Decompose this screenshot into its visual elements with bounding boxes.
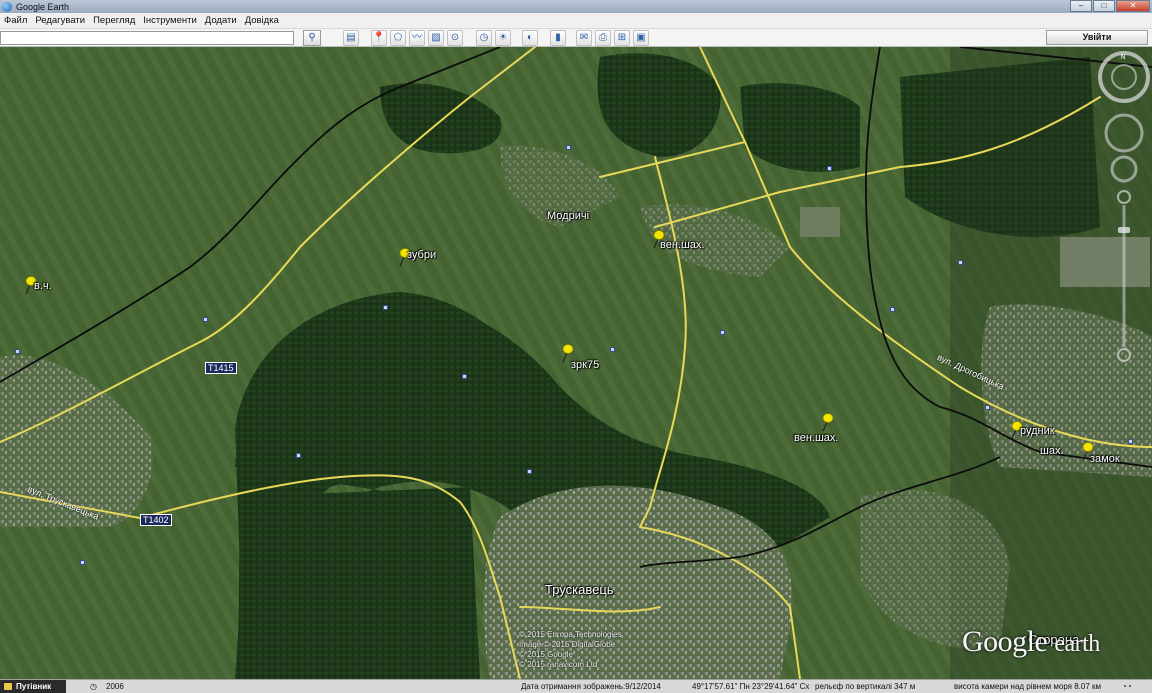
menu-help[interactable]: Довідка (245, 15, 279, 26)
google-earth-icon (2, 1, 12, 12)
poi-marker-icon[interactable] (383, 305, 388, 310)
placemark-label-zubry[interactable]: зубри (407, 249, 436, 261)
google-earth-logo: Google earth (962, 625, 1100, 659)
imagery-date: Дата отримання зображень:9/12/2014 (521, 682, 661, 691)
placemark-label-rudnyk[interactable]: рудник (1020, 425, 1055, 437)
historical-clock-icon[interactable]: ◷ (90, 682, 97, 691)
coordinates-readout: 49°17'57.61" Пн 23°29'41.64" Сх (692, 682, 810, 691)
search-icon: ⚲ (308, 32, 316, 43)
svg-text:N: N (1121, 54, 1126, 61)
toolbar: ⚲ ▤ 📍 ⬠ 〰 ▨ ⊙ ◷ ☀ ◐ ▮ ✉ ⎙ ⊞ ▣ Увійти (0, 29, 1152, 47)
sidebar-icon[interactable]: ▤ (343, 30, 359, 46)
menu-file[interactable]: Файл (4, 15, 27, 26)
poi-marker-icon[interactable] (890, 307, 895, 312)
maximize-button[interactable]: □ (1093, 0, 1115, 12)
polygon-icon[interactable]: ⬠ (390, 30, 406, 46)
placemark-label-zrk75[interactable]: зрк75 (571, 359, 599, 371)
poi-marker-icon[interactable] (80, 560, 85, 565)
poi-marker-icon[interactable] (827, 166, 832, 171)
poi-marker-icon[interactable] (720, 330, 725, 335)
poi-marker-icon[interactable] (566, 145, 571, 150)
title-bar: Google Earth – □ ✕ (0, 0, 1152, 13)
placemark-label-zamok[interactable]: замок (1090, 453, 1120, 465)
logo-google-text: Google (962, 625, 1048, 658)
attribution-line: Image © 2015 DigitalGlobe (519, 640, 616, 649)
menu-bar: Файл Редагувати Перегляд Інструменти Дод… (0, 13, 1152, 29)
pushpin-icon[interactable] (819, 412, 835, 432)
menu-tools[interactable]: Інструменти (143, 15, 197, 26)
menu-add[interactable]: Додати (205, 15, 237, 26)
navigation-controls[interactable]: N (1096, 47, 1152, 377)
poi-marker-icon[interactable] (1128, 439, 1133, 444)
print-icon[interactable]: ⎙ (595, 30, 611, 46)
streaming-indicator-icon: ◔◔ (1122, 682, 1132, 691)
poi-marker-icon[interactable] (15, 349, 20, 354)
compass-ring[interactable]: N (1098, 51, 1150, 103)
placemark-label-shakh[interactable]: шах. (1040, 445, 1064, 457)
imagery-attribution: © 2015 Europa Technologies Image © 2015 … (519, 630, 622, 670)
tour-icon[interactable]: ⊙ (447, 30, 463, 46)
ruler-icon[interactable]: ▮ (550, 30, 566, 46)
minimize-button[interactable]: – (1070, 0, 1092, 12)
eye-altitude-readout: висота камери над рівнем моря 8.07 км (954, 682, 1102, 691)
path-icon[interactable]: 〰 (409, 30, 425, 46)
poi-marker-icon[interactable] (296, 453, 301, 458)
poi-marker-icon[interactable] (958, 260, 963, 265)
view-in-maps-icon[interactable]: ⊞ (614, 30, 630, 46)
map-view[interactable]: Модричі Трускавець Сторона T1415 T1402 в… (0, 47, 1152, 679)
place-label-modrychi[interactable]: Модричі (547, 210, 589, 222)
attribution-line: © 2015 Google (519, 650, 573, 659)
window-controls: – □ ✕ (1070, 0, 1150, 12)
search-button[interactable]: ⚲ (303, 30, 321, 46)
look-joystick[interactable] (1104, 113, 1144, 153)
window-title: Google Earth (16, 1, 70, 12)
place-label-truskavets[interactable]: Трускавець (545, 582, 614, 597)
poi-marker-icon[interactable] (203, 317, 208, 322)
menu-edit[interactable]: Редагувати (35, 15, 85, 26)
close-button[interactable]: ✕ (1116, 0, 1150, 12)
logo-earth-text: earth (1054, 631, 1100, 657)
imagery-year: 2006 (106, 682, 124, 691)
poi-marker-icon[interactable] (462, 374, 467, 379)
guide-label: Путівник (16, 682, 52, 691)
poi-marker-icon[interactable] (985, 405, 990, 410)
attribution-line: © 2015 ranavicom Ltd (519, 660, 598, 669)
poi-marker-icon[interactable] (610, 347, 615, 352)
elevation-readout: рельєф по вертикалі 347 м (815, 682, 916, 691)
road-shield-t1415[interactable]: T1415 (205, 362, 237, 374)
login-button[interactable]: Увійти (1046, 30, 1148, 45)
historical-imagery-icon[interactable]: ◷ (476, 30, 492, 46)
move-joystick[interactable] (1110, 155, 1138, 183)
placemark-icon[interactable]: 📍 (371, 30, 387, 46)
search-input[interactable] (0, 31, 294, 45)
placemark-label-ven-shakh-1[interactable]: вен.шах. (660, 239, 704, 251)
save-image-icon[interactable]: ▣ (633, 30, 649, 46)
menu-view[interactable]: Перегляд (93, 15, 135, 26)
placemark-label-ven-shakh-2[interactable]: вен.шах. (794, 432, 838, 444)
planets-icon[interactable]: ◐ (522, 30, 538, 46)
attribution-line: © 2015 Europa Technologies (519, 630, 622, 639)
image-overlay-icon[interactable]: ▨ (428, 30, 444, 46)
guide-icon (4, 683, 12, 690)
poi-marker-icon[interactable] (527, 469, 532, 474)
sunlight-icon[interactable]: ☀ (495, 30, 511, 46)
guide-button[interactable]: Путівник (0, 680, 66, 693)
placemark-label-vch[interactable]: в.ч. (34, 280, 52, 292)
status-bar: Путівник ◷ 2006 Дата отримання зображень… (0, 679, 1152, 693)
email-icon[interactable]: ✉ (576, 30, 592, 46)
zoom-slider[interactable] (1117, 190, 1131, 362)
road-shield-t1402[interactable]: T1402 (140, 514, 172, 526)
